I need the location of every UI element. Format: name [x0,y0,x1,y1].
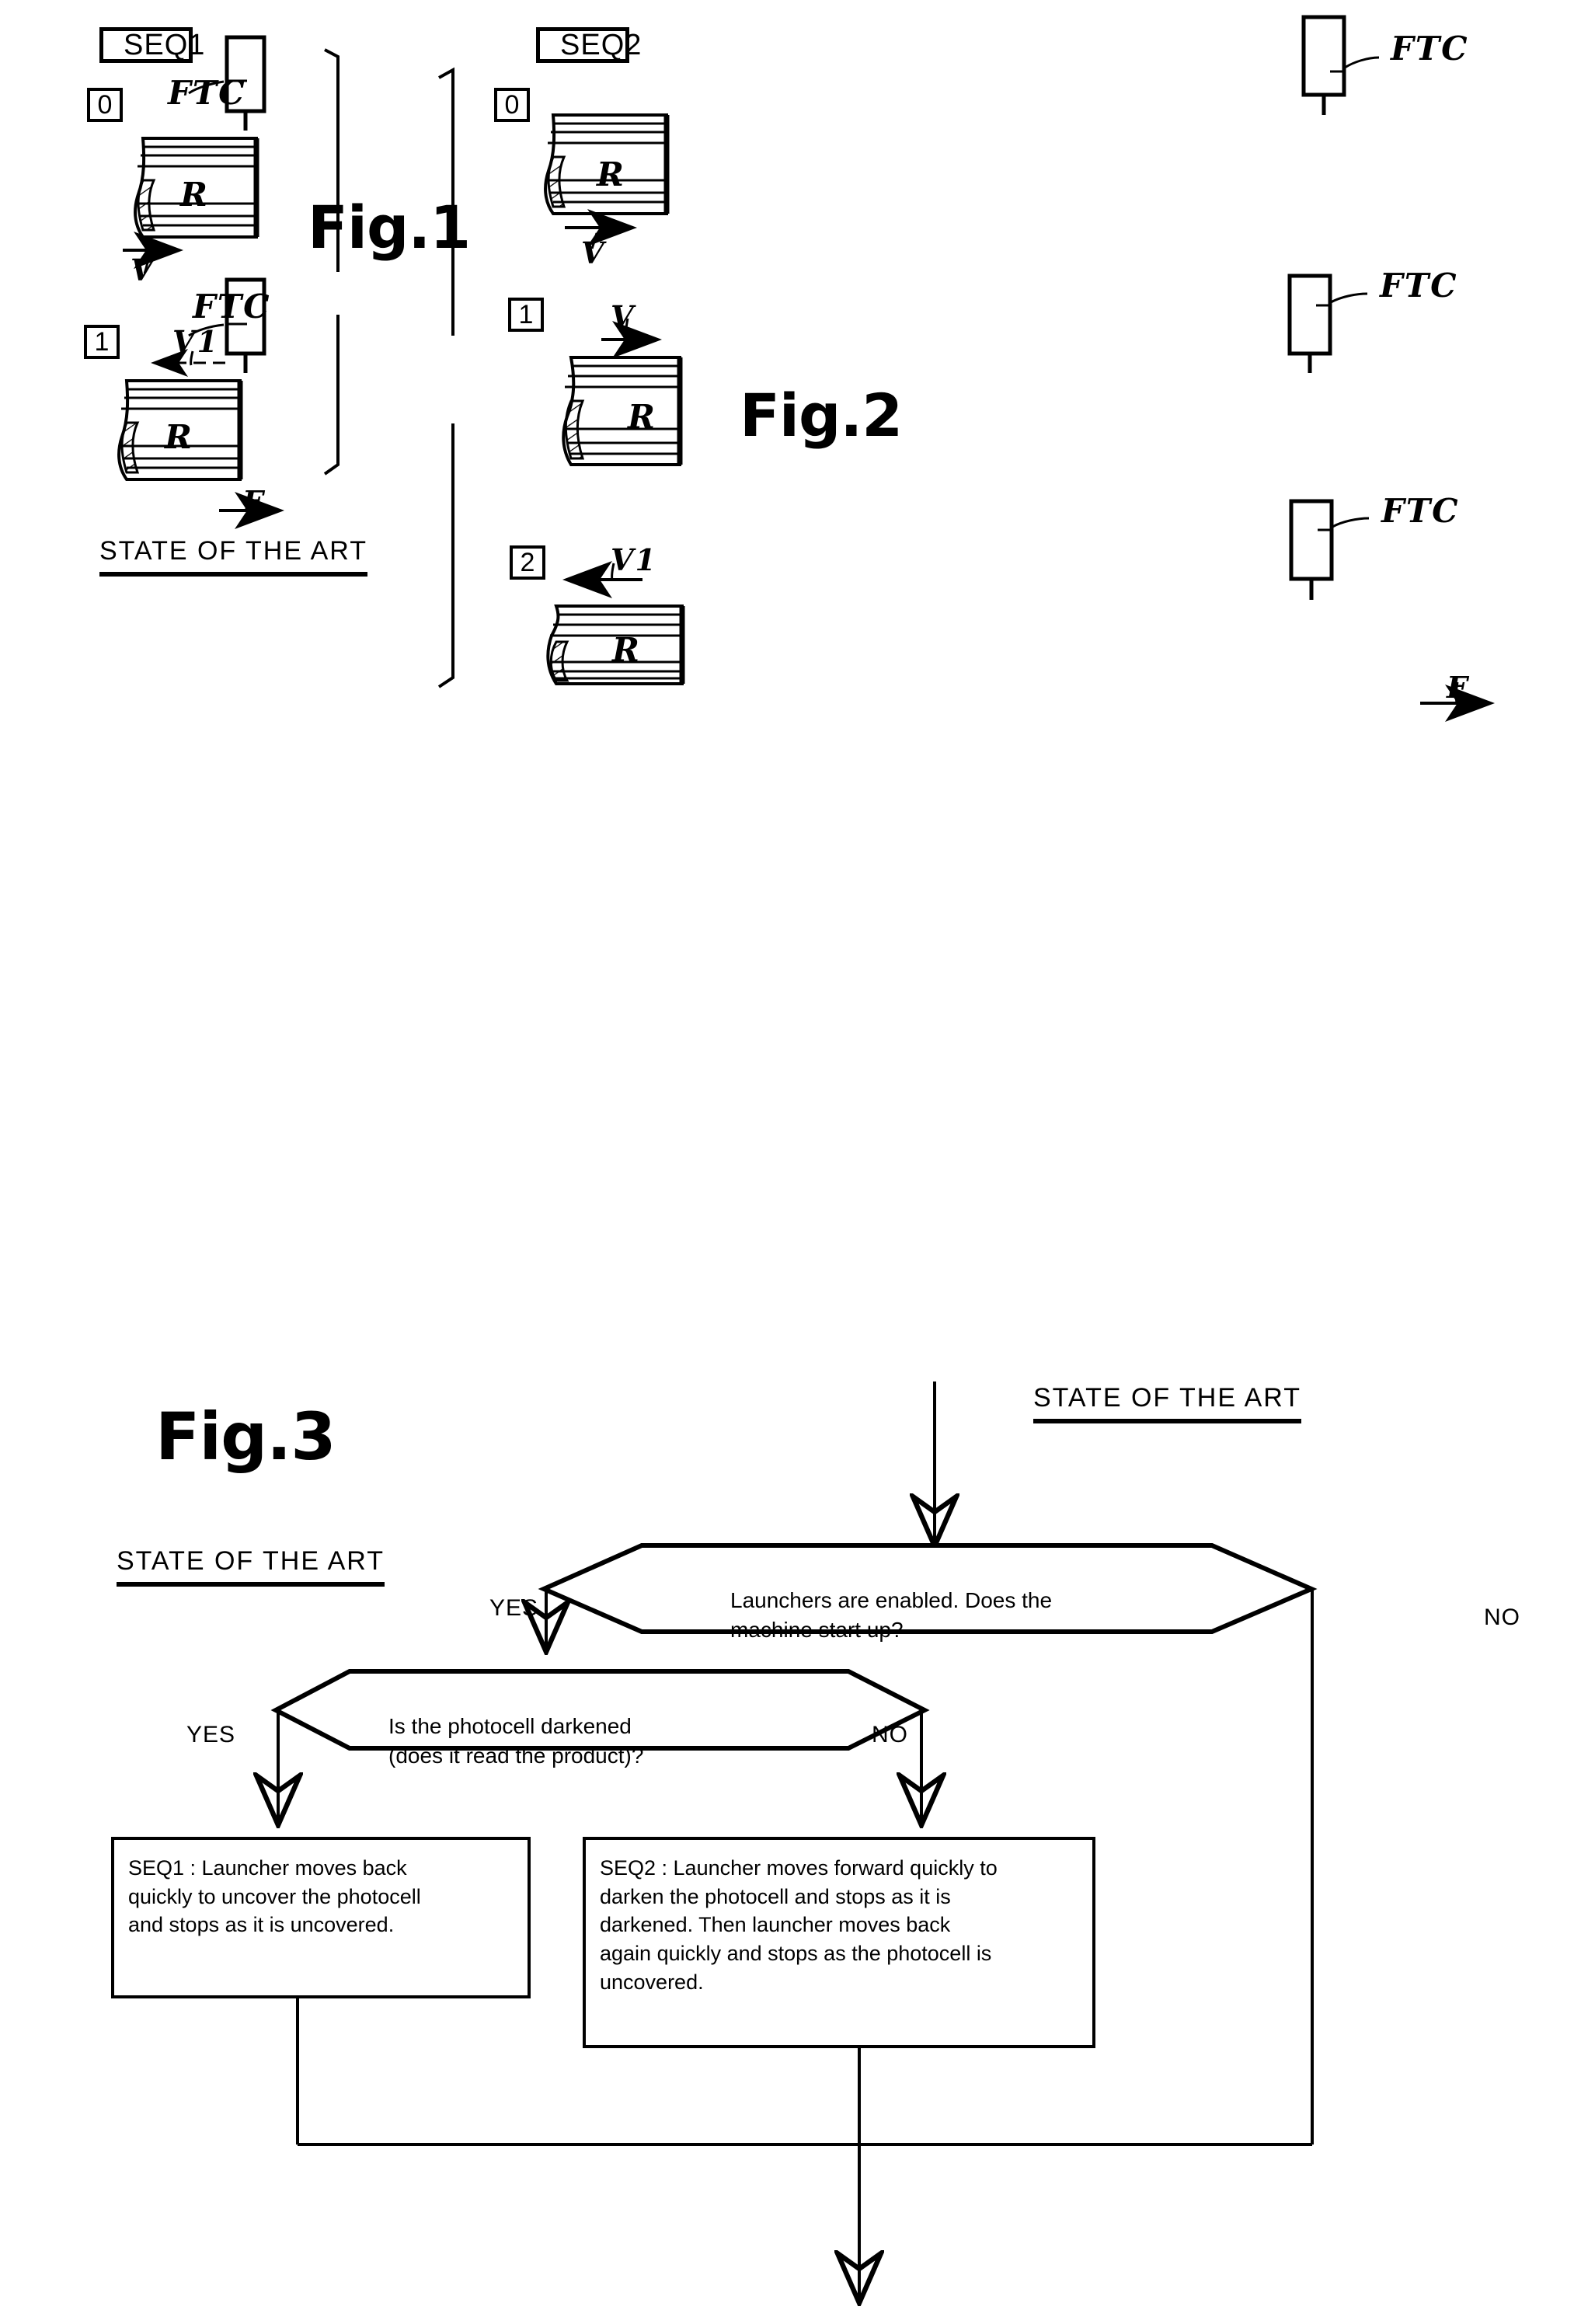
fig2-step1-roll-label: R [628,398,656,436]
fig2-step1-roll [562,356,683,466]
fig2-step2-force-label: F [1447,670,1469,705]
fig2-label: Fig.2 [740,381,903,450]
decision2-yes-label: YES [186,1722,236,1747]
fig1-step1-ftc-label: FTC [193,287,271,326]
fig1-sequence-label: SEQ1 [124,28,206,61]
fig1-caption: STATE OF THE ART [99,536,367,577]
decision1-yes-label: YES [489,1595,539,1621]
fig1-step1-force-label: F [242,484,265,519]
fig2-sequence-label: SEQ2 [560,28,642,61]
patent-drawing-sheet: SEQ1 0 FTC R V 1 FTC V1 R F Fig.1 STATE … [0,0,1574,2324]
fig2-step2-roll-label: R [612,631,641,669]
fig2-step1-ftc-label: FTC [1380,267,1458,305]
fig2-bracket [437,67,454,688]
flow-box-seq2: SEQ2 : Launcher moves forward quickly to… [583,1837,1095,2048]
fig2-step1-photocell [1287,274,1368,373]
fig1-step1-velocity-label: V1 [172,324,219,359]
fig2-step2-photocell [1289,499,1370,600]
fig1-step1-number-box: 1 [84,325,120,359]
fig2-step1-velocity-label: V [611,299,636,334]
fig1-bracket [323,48,340,476]
decision2-no-label: NO [872,1722,908,1747]
fig2-step0-number: 0 [504,89,520,120]
fig2-step1-number: 1 [518,299,534,329]
fig2-sequence-box: SEQ2 [536,27,641,63]
fig2-step2-number: 2 [520,547,535,577]
fig2-step0-ftc-label: FTC [1391,30,1469,68]
fig2-step0-velocity-label: V [581,235,606,270]
fig1-step1-number: 1 [94,326,110,357]
fig1-sequence-box: SEQ1 [99,27,204,63]
fig1-step0-velocity-label: V [131,253,155,287]
fig1-step0-number-box: 0 [87,88,123,122]
fig1-step0-roll-label: R [180,176,209,214]
fig2-step2-ftc-label: FTC [1381,492,1460,530]
fig1-step1-roll-label: R [165,418,193,456]
fig3-label: Fig.3 [155,1399,336,1475]
flow-box-seq1: SEQ1 : Launcher moves back quickly to un… [111,1837,531,1998]
fig1-step0-number: 0 [97,89,113,120]
fig2-step0-photocell [1301,15,1380,115]
fig2-step2-number-box: 2 [510,545,545,580]
flow-box-seq1-text: SEQ1 : Launcher moves back quickly to un… [128,1856,421,1937]
fig2-step2-velocity-label: V1 [611,542,657,577]
decision1-no-label: NO [1484,1605,1520,1630]
flow-box-seq2-text: SEQ2 : Launcher moves forward quickly to… [600,1856,998,1994]
fig1-label: Fig.1 [308,193,471,262]
fig2-caption: STATE OF THE ART [1033,1383,1301,1423]
decision1-text: Launchers are enabled. Does the machine … [730,1587,1053,1642]
fig3-caption: STATE OF THE ART [117,1546,385,1587]
decision2-text: Is the photocell darkened (does it read … [388,1713,644,1768]
fig2-step1-number-box: 1 [508,298,544,332]
fig2-step0-roll-label: R [597,155,625,193]
fig1-step0-ftc-label: FTC [168,74,246,112]
fig2-step0-number-box: 0 [494,88,530,122]
